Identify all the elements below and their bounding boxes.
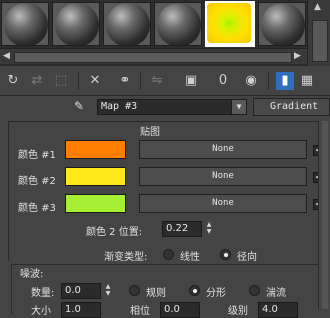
gradient-preview-swatch [207, 3, 251, 43]
noise-regular-radio[interactable] [129, 285, 140, 296]
gradient-type-linear-radio[interactable] [163, 249, 174, 260]
color-1-map-button[interactable]: None [139, 140, 307, 159]
noise-turbulence-radio[interactable] [249, 285, 260, 296]
material-id-icon[interactable]: ▣ [182, 72, 200, 90]
rollout-title: 贴图 [140, 127, 160, 138]
material-sphere-icon [106, 3, 150, 45]
material-sphere-icon [55, 3, 99, 45]
sample-slot-1[interactable] [1, 2, 49, 46]
gradient-type-linear-label[interactable]: 线性 [180, 248, 200, 263]
show-map-icon[interactable]: ◉ [242, 72, 260, 90]
rollout-scrollbar[interactable] [318, 121, 330, 309]
material-sphere-icon [4, 3, 48, 45]
scroll-thumb[interactable] [14, 52, 292, 63]
gradient-type-radial-radio[interactable] [220, 249, 231, 260]
put-to-library-icon[interactable]: ⇋ [148, 72, 166, 90]
material-id-channel[interactable]: 0 [214, 72, 232, 90]
noise-group-label: 噪波: [18, 265, 46, 280]
color-2-map-button[interactable]: None [139, 167, 307, 186]
material-sphere-icon [157, 3, 201, 45]
color-3-label: 颜色 #3 [18, 203, 56, 214]
color-2-swatch[interactable] [65, 167, 126, 186]
noise-fractal-radio[interactable] [189, 285, 200, 296]
sample-slot-2[interactable] [52, 2, 100, 46]
noise-amount-label: 数量: [31, 288, 55, 299]
color-1-swatch[interactable] [65, 140, 126, 159]
noise-levels-label: 级别 [228, 306, 248, 317]
noise-fractal-label[interactable]: 分形 [206, 284, 226, 299]
scroll-right-icon[interactable]: ▶ [294, 51, 301, 61]
color-3-map-button[interactable]: None [139, 194, 307, 213]
noise-phase-input[interactable]: 0.0 [160, 302, 200, 318]
noise-phase-label: 相位 [130, 306, 150, 317]
scroll-left-icon[interactable]: ◀ [3, 51, 10, 61]
noise-levels-input[interactable]: 4.0 [258, 302, 298, 318]
sample-slot-5[interactable] [205, 1, 255, 47]
go-to-parent-icon[interactable]: ▦ [298, 72, 316, 90]
put-to-scene-icon[interactable]: ⇄ [28, 72, 46, 90]
gradient-type-label: 渐变类型: [104, 252, 148, 263]
color-1-label: 颜色 #1 [18, 150, 56, 161]
pick-material-eyedropper-icon[interactable]: ✎ [74, 99, 92, 115]
noise-turbulence-label[interactable]: 湍流 [266, 284, 286, 299]
gradient-type-radial-label[interactable]: 径向 [237, 248, 257, 263]
material-toolbar: ↻ ⇄ ⬚ ✕ ⚭ ⇋ ▣ 0 ◉ ▮ ▦ [0, 66, 330, 96]
make-unique-icon[interactable]: ⚭ [116, 72, 134, 90]
assign-to-selection-icon[interactable]: ⬚ [52, 72, 70, 90]
color-3-swatch[interactable] [65, 194, 126, 213]
noise-amount-input[interactable]: 0.0 [61, 283, 101, 299]
color-2-label: 颜色 #2 [18, 176, 56, 187]
noise-size-label: 大小 [31, 306, 51, 317]
map-type-button[interactable]: Gradient [253, 98, 330, 116]
scroll-thumb[interactable] [312, 20, 328, 62]
reset-map-icon[interactable]: ✕ [86, 72, 104, 90]
sample-slot-6[interactable] [258, 2, 306, 46]
sample-slot-3[interactable] [103, 2, 151, 46]
noise-size-input[interactable]: 1.0 [61, 302, 101, 318]
slots-vertical-scrollbar[interactable]: ▲ [307, 0, 330, 66]
color-2-position-spinner-icon[interactable]: ▲ ▼ [204, 221, 214, 237]
color-2-position-label: 颜色 2 位置: [86, 227, 143, 238]
color-2-position-input[interactable]: 0.22 [162, 221, 202, 237]
scroll-thumb[interactable] [322, 121, 328, 309]
sample-slot-4[interactable] [154, 2, 202, 46]
get-material-icon[interactable]: ↻ [4, 72, 22, 90]
slots-horizontal-scrollbar[interactable]: ◀ ▶ [0, 48, 307, 64]
noise-amount-spinner-icon[interactable]: ▲ ▼ [103, 283, 113, 299]
scroll-up-icon[interactable]: ▲ [314, 2, 321, 12]
map-name-field[interactable]: Map #3 ▼ [97, 99, 247, 115]
material-sphere-icon [261, 3, 305, 45]
show-end-result-icon[interactable]: ▮ [276, 72, 294, 90]
noise-regular-label[interactable]: 规则 [146, 284, 166, 299]
chevron-down-icon[interactable]: ▼ [231, 100, 246, 114]
